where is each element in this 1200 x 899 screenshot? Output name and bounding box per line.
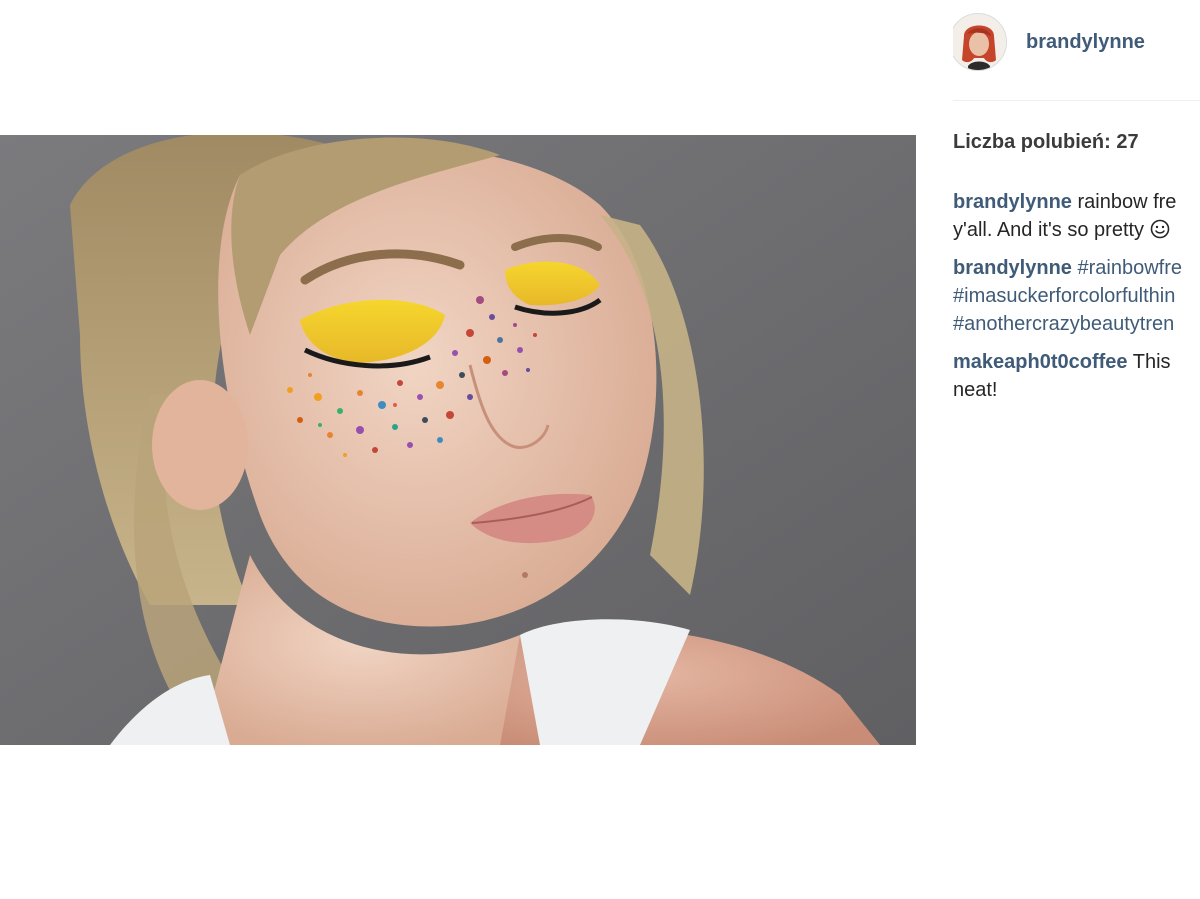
comment-username[interactable]: makeaph0t0coffee <box>953 351 1128 373</box>
post-header: brandylynne <box>953 11 1145 73</box>
comment-item: brandylynne rainbow fre y'all. And it's … <box>953 188 1200 244</box>
likes-count[interactable]: Liczba polubień: 27 <box>953 131 1139 154</box>
hashtag-link[interactable]: #anothercrazybeautytren <box>953 313 1174 335</box>
avatar[interactable] <box>953 13 1007 71</box>
comment-username[interactable]: brandylynne <box>953 191 1072 213</box>
header-divider <box>953 100 1200 101</box>
photo-makeup-portrait <box>0 135 916 745</box>
smiley-icon <box>1150 219 1169 239</box>
hashtag-link[interactable]: #rainbowfre <box>1077 257 1182 279</box>
comment-item: makeaph0t0coffee This neat! <box>953 348 1200 404</box>
comment-text: y'all. And it's so pretty <box>953 219 1145 241</box>
avatar-photo <box>953 14 1006 70</box>
post-author-username[interactable]: brandylynne <box>1026 31 1145 54</box>
post-photo[interactable] <box>0 135 916 745</box>
comment-username[interactable]: brandylynne <box>953 257 1072 279</box>
hashtag-link[interactable]: #imasuckerforcolorfulthin <box>953 285 1175 307</box>
comment-text: neat! <box>953 379 998 401</box>
instagram-post: brandylynne Liczba polubień: 27 brandyly… <box>0 0 1200 899</box>
comment-text: rainbow fre <box>1077 191 1177 213</box>
comment-item: brandylynne #rainbowfre #imasuckerforcol… <box>953 254 1200 338</box>
comments-list: brandylynne rainbow fre y'all. And it's … <box>953 188 1200 414</box>
comment-text: This <box>1132 351 1171 373</box>
post-sidebar: brandylynne Liczba polubień: 27 brandyly… <box>953 0 1200 899</box>
